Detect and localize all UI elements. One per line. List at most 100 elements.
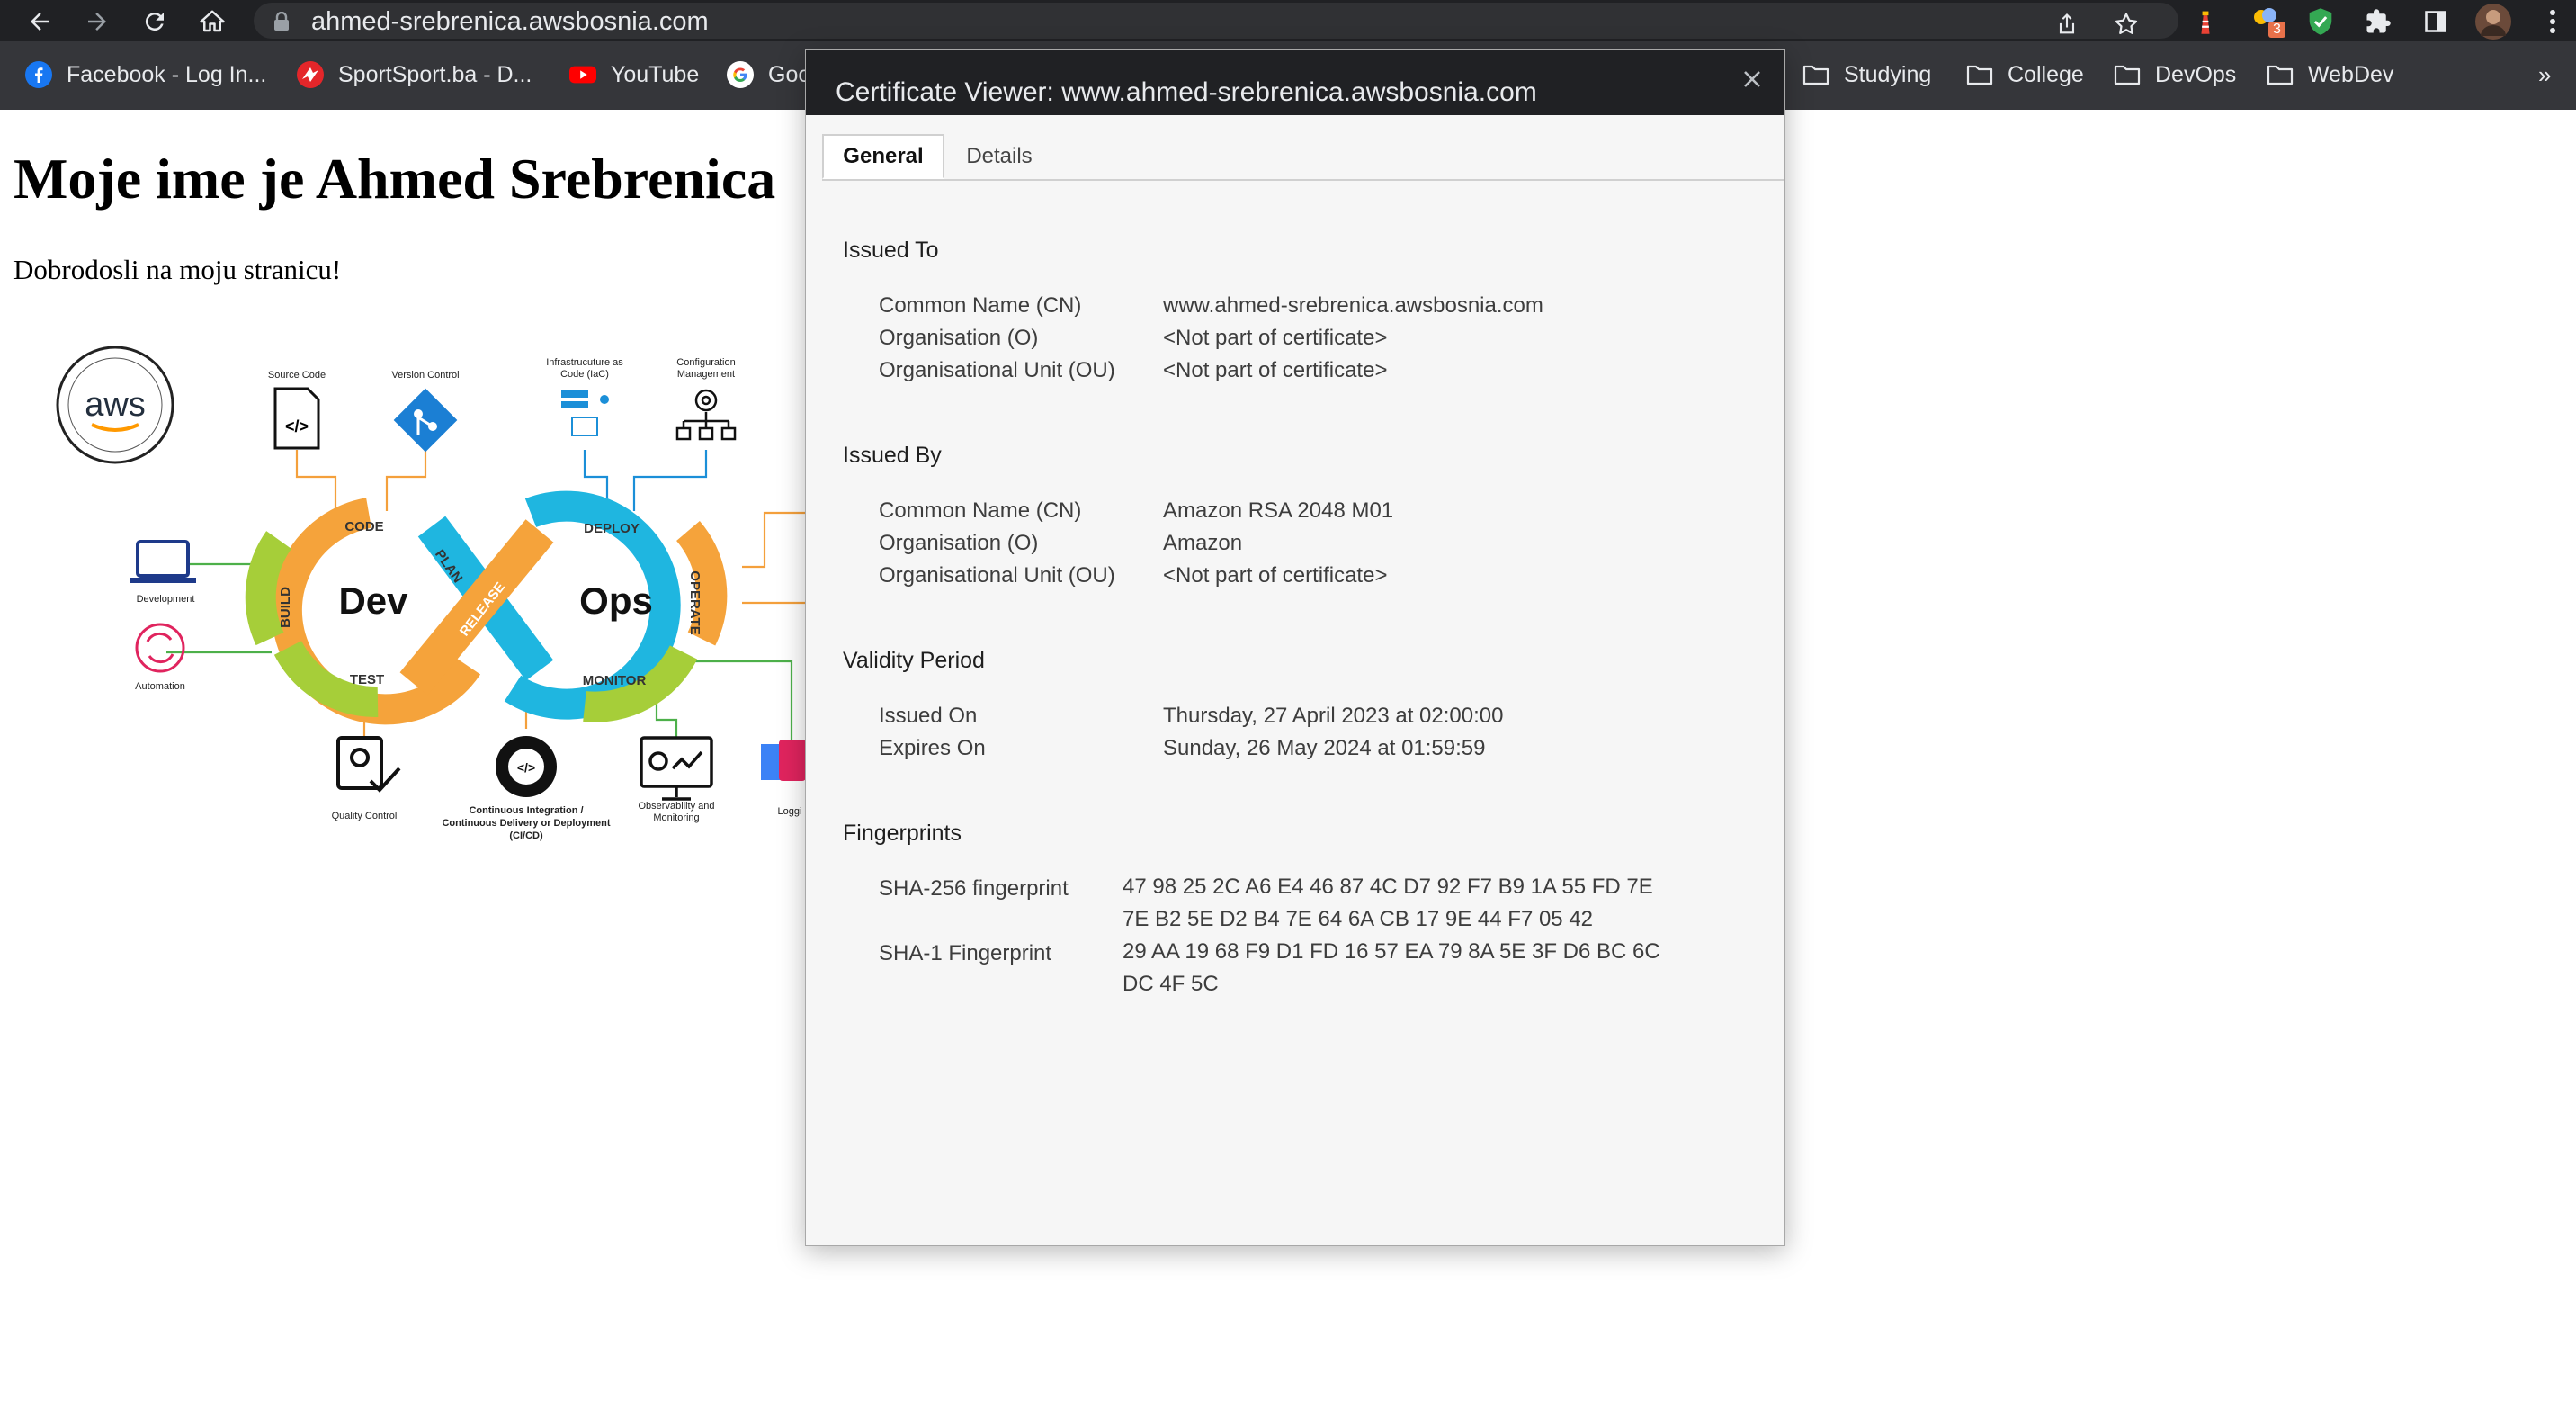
svg-text:</>: </> — [517, 760, 535, 775]
share-icon — [2059, 13, 2075, 34]
issued-to-o-value: <Not part of certificate> — [1163, 326, 1388, 350]
label-monitor: MONITOR — [583, 673, 647, 688]
expires-on-label: Expires On — [879, 736, 986, 760]
issued-by-cn-value: Amazon RSA 2048 M01 — [1163, 498, 1394, 523]
bookmark-label: WebDev — [2308, 61, 2394, 87]
issued-by-o-label: Organisation (O) — [879, 531, 1039, 555]
bookmark-youtube[interactable]: YouTube — [569, 57, 699, 93]
sportsport-icon — [297, 61, 324, 88]
facebook-icon — [25, 61, 52, 88]
extension-badge: 3 — [2268, 22, 2285, 38]
extension-shield-button[interactable] — [2303, 4, 2339, 40]
google-icon — [727, 61, 754, 88]
extension-lighthouse-button[interactable] — [2187, 4, 2223, 40]
url-text: ahmed-srebrenica.awsbosnia.com — [311, 7, 709, 36]
issued-by-cn-label: Common Name (CN) — [879, 498, 1082, 523]
devops-infinity-diagram: aws CODE PLAN BUILD TEST RELEASE DEPLOY … — [56, 346, 809, 841]
reload-icon — [145, 13, 164, 31]
avatar — [2475, 4, 2511, 40]
bookmarks-overflow-button[interactable]: » — [2538, 57, 2551, 93]
certificate-viewer-dialog: Certificate Viewer: www.ahmed-srebrenica… — [805, 49, 1785, 1246]
bookmark-folder-devops[interactable]: DevOps — [2114, 57, 2236, 93]
side-panel-icon — [2425, 11, 2446, 32]
svg-text:</>: </> — [285, 417, 309, 435]
close-icon — [1744, 71, 1760, 87]
address-bar[interactable]: ahmed-srebrenica.awsbosnia.com — [254, 3, 2178, 39]
issued-to-ou-value: <Not part of certificate> — [1163, 358, 1388, 382]
bookmark-folder-college[interactable]: College — [1966, 57, 2084, 93]
laptop-icon — [130, 540, 196, 583]
bookmark-sportsport[interactable]: SportSport.ba - D... — [297, 57, 532, 93]
profile-avatar-button[interactable] — [2475, 4, 2511, 40]
side-panel-button[interactable] — [2418, 4, 2454, 40]
tab-general[interactable]: General — [822, 134, 944, 179]
label-deploy: DEPLOY — [584, 521, 640, 536]
bookmark-label: Studying — [1844, 61, 1932, 87]
bookmark-star-button[interactable] — [2108, 6, 2144, 42]
validity-heading: Validity Period — [843, 648, 985, 673]
browser-menu-button[interactable] — [2535, 4, 2571, 40]
star-icon — [2115, 13, 2138, 34]
bookmark-label: YouTube — [611, 61, 700, 87]
version-control-label: Version Control — [391, 370, 459, 381]
sha1-value: 29 AA 19 68 F9 D1 FD 16 57 EA 79 8A 5E 3… — [1123, 939, 1660, 996]
arrow-left-icon — [31, 13, 49, 31]
cicd-gear-icon: </> — [496, 736, 557, 797]
source-code-icon: </> — [273, 387, 320, 450]
automation-label: Automation — [135, 681, 185, 692]
back-button[interactable] — [22, 4, 58, 40]
issued-to-ou-label: Organisational Unit (OU) — [879, 358, 1115, 382]
label-code: CODE — [344, 519, 383, 534]
bookmark-folder-webdev[interactable]: WebDev — [2267, 57, 2393, 93]
home-icon — [200, 10, 225, 32]
sha1-label: SHA-1 Fingerprint — [879, 941, 1052, 965]
label-test: TEST — [350, 672, 384, 687]
dialog-title: Certificate Viewer: www.ahmed-srebrenica… — [836, 77, 1537, 107]
quality-control-icon — [336, 736, 401, 793]
automation-icon — [135, 623, 185, 673]
cicd-label-line-2: Continuous Delivery or Deployment — [442, 818, 610, 829]
folder-icon — [2114, 61, 2141, 88]
issued-to-cn-value: www.ahmed-srebrenica.awsbosnia.com — [1163, 293, 1543, 318]
bookmark-label: College — [2008, 61, 2084, 87]
logging-icon — [761, 740, 806, 781]
label-build: BUILD — [278, 587, 293, 628]
fingerprints-heading: Fingerprints — [843, 821, 962, 846]
dev-label: Dev — [338, 579, 408, 622]
browser-toolbar: ahmed-srebrenica.awsbosnia.com 3 — [0, 0, 2576, 41]
extension-balloons-button[interactable]: 3 — [2249, 4, 2285, 40]
expires-on-value: Sunday, 26 May 2024 at 01:59:59 — [1163, 736, 1486, 760]
tab-details[interactable]: Details — [948, 134, 1051, 179]
config-label-line-1: Configuration — [676, 357, 735, 368]
bookmark-label: SportSport.ba - D... — [338, 61, 532, 87]
development-label: Development — [137, 594, 195, 605]
bookmark-label: DevOps — [2155, 61, 2237, 87]
label-operate: OPERATE — [687, 570, 702, 634]
home-button[interactable] — [194, 4, 230, 40]
issued-to-cn-label: Common Name (CN) — [879, 293, 1082, 318]
observability-label-line-1: Observability and — [639, 801, 715, 812]
aws-logo: aws — [56, 346, 174, 464]
folder-icon — [1966, 61, 1993, 88]
bookmark-facebook[interactable]: Facebook - Log In... — [25, 57, 266, 93]
reload-button[interactable] — [137, 4, 173, 40]
bookmark-google[interactable]: Goo — [727, 57, 810, 93]
issued-on-label: Issued On — [879, 704, 978, 728]
sha256-value: 47 98 25 2C A6 E4 46 87 4C D7 92 F7 B9 1… — [1123, 875, 1653, 931]
iac-icon — [561, 390, 609, 436]
bookmark-label: Facebook - Log In... — [67, 61, 267, 87]
config-label-line-2: Management — [677, 369, 735, 380]
logging-label: Loggi — [778, 806, 802, 817]
bookmark-folder-studying[interactable]: Studying — [1802, 57, 1931, 93]
arrow-right-icon — [88, 13, 106, 31]
close-dialog-button[interactable] — [1736, 63, 1768, 95]
issued-to-o-label: Organisation (O) — [879, 326, 1039, 350]
puzzle-icon — [2366, 9, 2391, 33]
page-subtitle: Dobrodosli na moju stranicu! — [13, 254, 342, 285]
forward-button[interactable] — [79, 4, 115, 40]
aws-logo-text: aws — [85, 386, 146, 424]
issued-by-o-value: Amazon — [1163, 531, 1243, 555]
share-button[interactable] — [2049, 6, 2085, 42]
dialog-header: Certificate Viewer: www.ahmed-srebrenica… — [806, 50, 1784, 115]
extensions-menu-button[interactable] — [2360, 4, 2396, 40]
